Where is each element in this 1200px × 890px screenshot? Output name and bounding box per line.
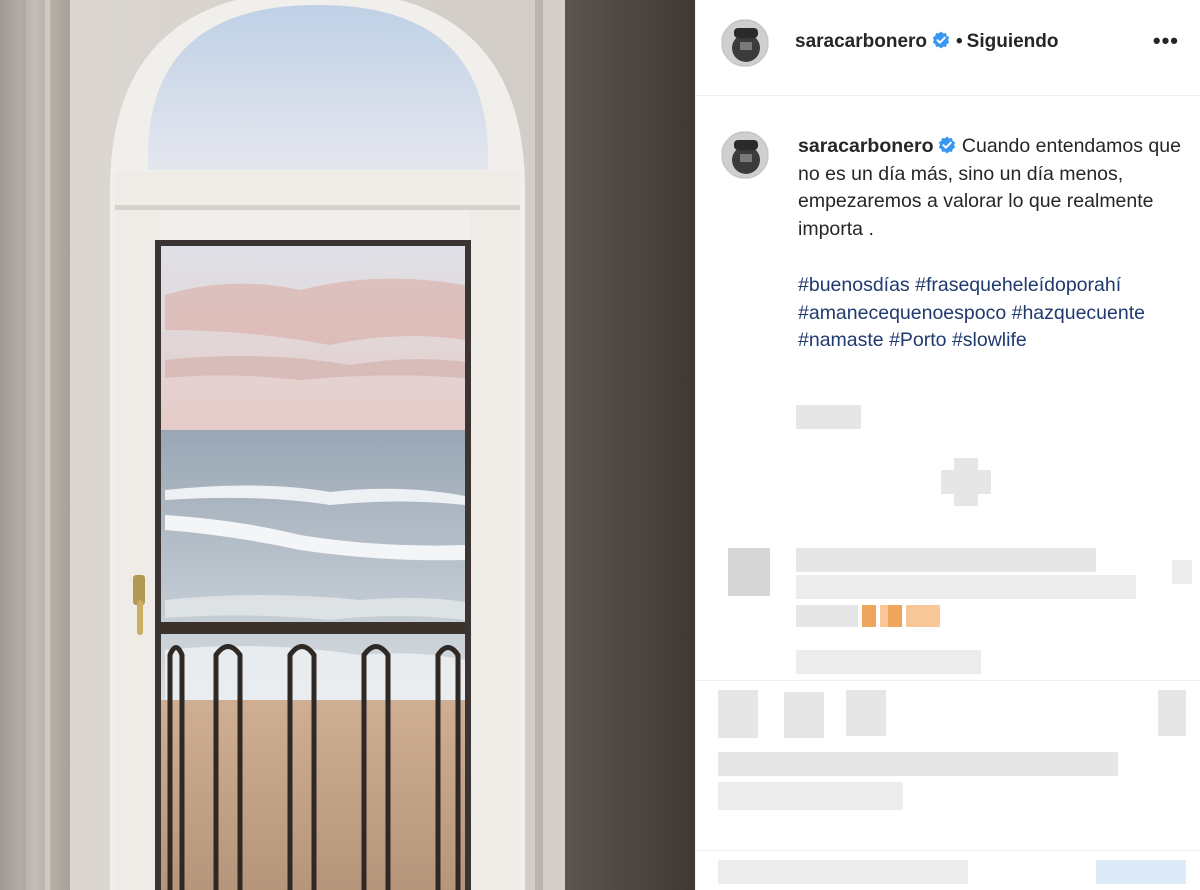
- profile-photo-icon: [722, 20, 768, 66]
- post-header: saracarbonero • Siguiendo •••: [696, 0, 1200, 96]
- profile-photo-icon: [722, 132, 768, 178]
- verified-badge-icon: [932, 31, 950, 49]
- post-side-panel: saracarbonero • Siguiendo ••• saracarboner…: [695, 0, 1200, 890]
- header-separator: •: [956, 31, 963, 52]
- hashtag-link[interactable]: #Porto: [889, 329, 946, 351]
- verified-badge-icon: [939, 136, 956, 154]
- hashtag-link[interactable]: #slowlife: [952, 329, 1027, 351]
- window-sea-view-image: [0, 0, 695, 890]
- hashtag-link[interactable]: #buenosdías: [798, 274, 910, 296]
- following-button[interactable]: Siguiendo: [967, 31, 1059, 52]
- avatar[interactable]: [721, 19, 769, 67]
- comment-divider: [696, 850, 1200, 851]
- hashtag-list: #buenosdías #frasequeheleídoporahí #aman…: [798, 272, 1183, 355]
- hashtag-link[interactable]: #amanecequenoespoco: [798, 302, 1006, 324]
- caption-avatar[interactable]: [721, 131, 769, 179]
- hashtag-link[interactable]: #namaste: [798, 329, 884, 351]
- username-link[interactable]: saracarbonero: [795, 31, 927, 52]
- caption-username-link[interactable]: saracarbonero: [798, 135, 933, 157]
- actions-divider: [696, 680, 1200, 681]
- caption-text: saracarbonero Cuando entendamos que no e…: [798, 133, 1183, 243]
- hashtag-link[interactable]: #hazquecuente: [1012, 302, 1145, 324]
- more-options-icon[interactable]: •••: [1153, 30, 1179, 52]
- header-user-line: saracarbonero • Siguiendo: [795, 31, 1059, 53]
- hashtag-link[interactable]: #frasequeheleídoporahí: [915, 274, 1121, 296]
- post-photo[interactable]: [0, 0, 695, 890]
